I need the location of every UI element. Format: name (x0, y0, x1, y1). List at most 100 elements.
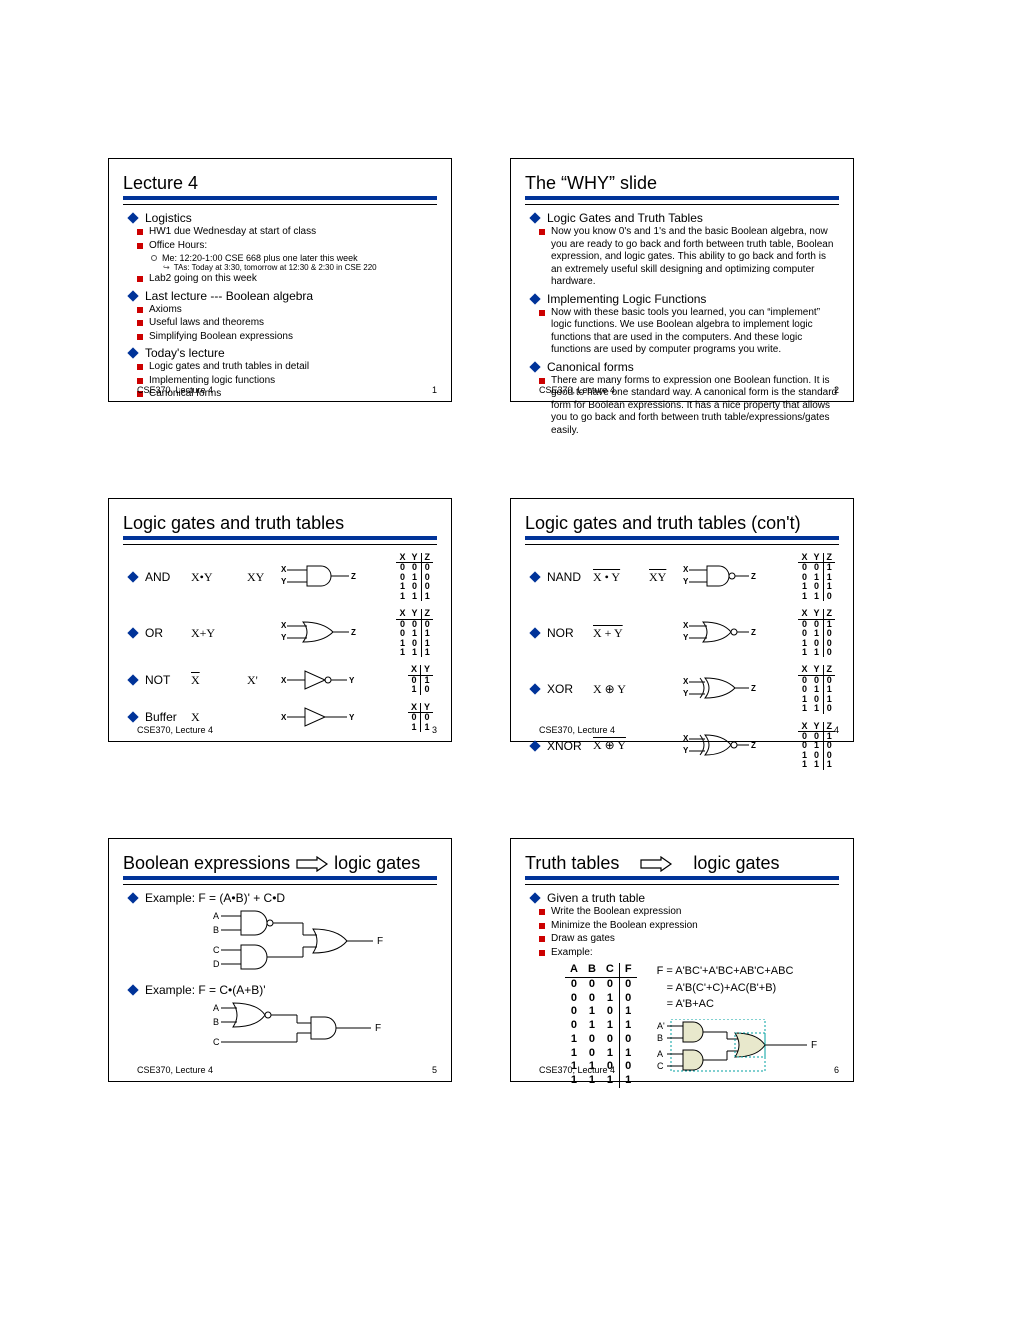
bullet-logistics: Logistics (123, 211, 437, 225)
slide-2: The “WHY” slide Logic Gates and Truth Ta… (510, 158, 854, 402)
square-icon (137, 320, 143, 326)
title-part-b: logic gates (334, 853, 420, 873)
circuit-diagram-3: A' B A C (657, 1019, 827, 1075)
bullet: Now you know 0's and 1's and the basic B… (539, 226, 839, 289)
svg-text:Y: Y (349, 676, 355, 685)
divider-blue (123, 876, 437, 880)
row-xor: XOR X ⊕ Y X Y Z XYZ000011101110 (525, 665, 839, 713)
arrow-right-icon (295, 856, 329, 872)
diamond-icon (127, 212, 138, 223)
svg-text:D: D (213, 959, 220, 969)
gate-expr: X (191, 710, 247, 725)
divider-thin (525, 884, 839, 885)
truth-table: XYZ000011101110 (798, 665, 835, 713)
diamond-icon (127, 347, 138, 358)
slide-3: Logic gates and truth tables AND X•Y XY … (108, 498, 452, 742)
svg-text:Z: Z (351, 628, 356, 637)
gate-expr: X ⊕ Y (593, 682, 649, 697)
bullet: Given a truth table (525, 891, 839, 905)
page-number: 4 (834, 725, 839, 735)
text: Logic gates and truth tables in detail (149, 361, 309, 374)
slide-body: NAND X • Y XY X Y Z XYZ001011101110 (525, 553, 839, 770)
slide-title: Lecture 4 (123, 173, 437, 194)
page-number: 1 (432, 385, 437, 395)
divider-blue (525, 536, 839, 540)
svg-text:Y: Y (683, 577, 689, 586)
divider-thin (123, 544, 437, 545)
gate-expr: X•Y (191, 570, 247, 585)
divider-blue (525, 196, 839, 200)
page-number: 2 (834, 385, 839, 395)
slide-title: Logic gates and truth tables (con't) (525, 513, 839, 534)
row-and: AND X•Y XY X Y Z XYZ000010100111 (123, 553, 437, 601)
svg-text:Y: Y (683, 689, 689, 698)
svg-text:X: X (683, 677, 689, 686)
xnor-gate-icon: X Y Z (683, 732, 763, 760)
diamond-icon (127, 674, 138, 685)
diamond-icon (529, 684, 540, 695)
footer: CSE370, Lecture 4 (137, 385, 213, 395)
square-icon (137, 307, 143, 313)
svg-text:Y: Y (683, 746, 689, 755)
diamond-icon (127, 712, 138, 723)
footer: CSE370, Lecture 4 (539, 1065, 615, 1075)
gate-expr: X (191, 673, 247, 688)
text: There are many forms to expression one B… (551, 375, 839, 438)
slide-4: Logic gates and truth tables (con't) NAN… (510, 498, 854, 742)
row-not: NOT X X' X Y XY0110 (123, 665, 437, 694)
square-icon (137, 229, 143, 235)
text: Last lecture --- Boolean algebra (145, 289, 313, 303)
square-icon (137, 243, 143, 249)
square-icon (137, 276, 143, 282)
svg-text:A: A (213, 1003, 219, 1013)
square-icon (137, 364, 143, 370)
truth-table: XYZ000011101111 (396, 609, 433, 657)
diamond-icon (529, 212, 540, 223)
square-icon (539, 909, 545, 915)
row-or: OR X+Y X Y Z XYZ000011101111 (123, 609, 437, 657)
text: Now you know 0's and 1's and the basic B… (551, 226, 839, 289)
svg-text:F: F (375, 1023, 381, 1034)
gate-expr: X + Y (593, 626, 649, 641)
diamond-icon (127, 892, 138, 903)
bullet: Example: F = (A•B)' + C•D (123, 891, 437, 905)
divider-thin (525, 204, 839, 205)
slide-5: Boolean expressions logic gates Example:… (108, 838, 452, 1082)
bullet-todays: Today's lecture (123, 346, 437, 360)
bullet: Example: (539, 947, 839, 960)
not-gate-icon: X Y (281, 668, 361, 692)
gate-expr: X+Y (191, 626, 247, 641)
svg-text:F: F (811, 1040, 817, 1051)
square-icon (539, 378, 545, 384)
svg-text:F: F (377, 936, 383, 947)
gate-name: NAND (547, 570, 593, 584)
slide-body: AND X•Y XY X Y Z XYZ000010100111 (123, 553, 437, 732)
truth-table: XY0110 (408, 665, 433, 694)
square-icon (137, 378, 143, 384)
gate-expr: X ⊕ Y (593, 738, 649, 753)
svg-text:Y: Y (349, 713, 355, 722)
svg-text:Y: Y (683, 633, 689, 642)
text: Lab2 going on this week (149, 273, 257, 286)
text: Now with these basic tools you learned, … (551, 307, 839, 357)
text: HW1 due Wednesday at start of class (149, 226, 316, 239)
gate-name: NOT (145, 673, 191, 687)
svg-text:Z: Z (351, 572, 356, 581)
square-icon (539, 923, 545, 929)
bullet: Logic Gates and Truth Tables (525, 211, 839, 225)
truth-table: XYZ001010100110 (798, 609, 835, 657)
square-icon (539, 229, 545, 235)
slide-1: Lecture 4 Logistics HW1 due Wednesday at… (108, 158, 452, 402)
bullet: Canonical forms (525, 360, 839, 374)
divider-thin (123, 884, 437, 885)
footer: CSE370, Lecture 4 (539, 725, 615, 735)
derivation: F = A'BC'+A'BC+AB'C+ABC = A'B(C'+C)+AC(B… (657, 963, 827, 1088)
svg-text:C: C (657, 1061, 664, 1071)
svg-text:Y: Y (281, 633, 287, 642)
bullet: Simplifying Boolean expressions (137, 331, 437, 344)
slide-title: Boolean expressions logic gates (123, 853, 437, 874)
slide-title: Logic gates and truth tables (123, 513, 437, 534)
nand-gate-icon: X Y Z (683, 563, 763, 591)
text: Logistics (145, 211, 192, 225)
truth-table: XY0011 (408, 703, 433, 732)
